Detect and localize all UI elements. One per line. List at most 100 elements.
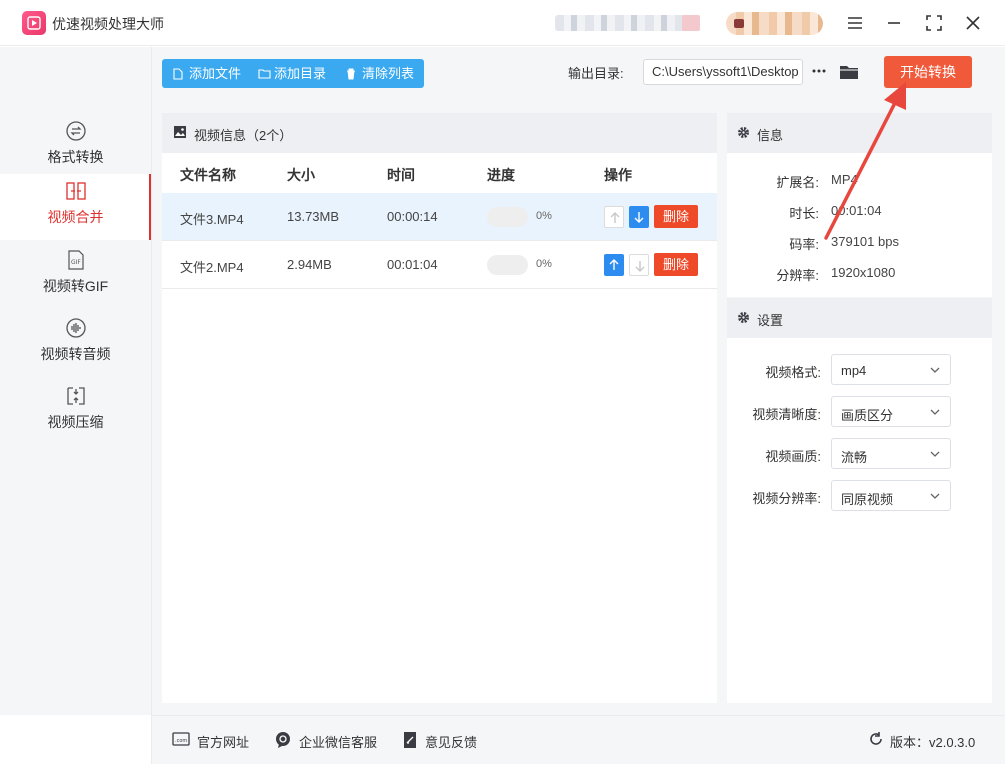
info-value: MP4 bbox=[831, 172, 858, 187]
select-value: 同原视频 bbox=[841, 492, 894, 507]
delete-button[interactable]: 删除 bbox=[654, 205, 698, 228]
official-website-label: 官方网址 bbox=[197, 735, 250, 750]
select-value: mp4 bbox=[841, 363, 867, 378]
table-row[interactable]: 文件3.MP4 13.73MB 00:00:14 0% 删除 bbox=[162, 193, 717, 241]
info-key: 分辨率: bbox=[776, 268, 819, 283]
sidebar-item-label: 视频转音频 bbox=[40, 346, 111, 362]
select-value: 流畅 bbox=[841, 450, 868, 465]
wechat-service-label: 企业微信客服 bbox=[299, 735, 378, 750]
file-duration: 00:01:04 bbox=[387, 257, 438, 272]
column-header: 文件名称 bbox=[180, 167, 236, 183]
sidebar-item-video-to-gif[interactable]: GIF 视频转GIF bbox=[0, 243, 151, 309]
file-name: 文件3.MP4 bbox=[180, 212, 244, 227]
move-up-button[interactable] bbox=[604, 206, 624, 228]
redacted-account-badge[interactable] bbox=[726, 12, 823, 35]
move-up-button[interactable] bbox=[604, 254, 624, 276]
toolbar: 添加文件 添加目录 清除列表 bbox=[162, 59, 424, 88]
arrow-down-icon bbox=[634, 212, 644, 223]
video-format-select[interactable]: mp4 bbox=[831, 354, 951, 385]
menu-icon[interactable] bbox=[844, 12, 866, 34]
file-list-panel: 视频信息（2个） 文件名称 大小 时间 进度 操作 文件3.MP4 13.73M… bbox=[162, 113, 717, 703]
sidebar-item-label: 视频压缩 bbox=[47, 414, 104, 430]
column-header: 时间 bbox=[387, 167, 415, 183]
clear-list-label: 清除列表 bbox=[362, 66, 415, 81]
info-key: 码率: bbox=[789, 237, 819, 252]
redacted-user-info bbox=[555, 15, 700, 31]
file-icon bbox=[173, 68, 183, 80]
info-panel: 信息 扩展名: MP4 时长: 00:01:04 码率: 379101 bps … bbox=[727, 113, 992, 297]
select-value: 画质区分 bbox=[841, 408, 894, 423]
video-clarity-select[interactable]: 画质区分 bbox=[831, 396, 951, 427]
info-key: 扩展名: bbox=[776, 175, 819, 190]
setting-label: 视频清晰度: bbox=[752, 407, 821, 422]
refresh-icon bbox=[870, 732, 882, 745]
setting-label: 视频分辨率: bbox=[752, 491, 821, 506]
progress-text: 0% bbox=[536, 210, 552, 222]
chevron-down-icon bbox=[930, 493, 940, 499]
video-quality-select[interactable]: 流畅 bbox=[831, 438, 951, 469]
move-down-button[interactable] bbox=[629, 206, 649, 228]
move-down-button[interactable] bbox=[629, 254, 649, 276]
column-header: 进度 bbox=[487, 167, 515, 183]
table-header: 文件名称 大小 时间 进度 操作 bbox=[162, 153, 717, 193]
chat-icon bbox=[276, 732, 290, 748]
compress-icon bbox=[65, 385, 87, 407]
maximize-icon[interactable] bbox=[923, 12, 945, 34]
minimize-icon[interactable] bbox=[883, 12, 905, 34]
arrow-up-icon bbox=[609, 259, 619, 270]
file-list-header: 视频信息（2个） bbox=[162, 113, 717, 153]
chevron-down-icon bbox=[930, 451, 940, 457]
column-header: 大小 bbox=[287, 167, 315, 183]
column-header: 操作 bbox=[604, 167, 632, 183]
add-folder-label: 添加目录 bbox=[274, 66, 327, 81]
chevron-down-icon bbox=[930, 367, 940, 373]
feedback-icon bbox=[404, 732, 416, 748]
start-convert-button[interactable]: 开始转换 bbox=[884, 56, 972, 88]
gear-icon bbox=[738, 312, 749, 323]
info-value: 1920x1080 bbox=[831, 265, 896, 280]
sidebar-item-label: 视频合并 bbox=[47, 209, 104, 225]
app-title: 优速视频处理大师 bbox=[52, 16, 164, 32]
folder-outline-icon bbox=[258, 69, 271, 79]
footer: .com 官方网址 企业微信客服 意见反馈 版本：v2.0.3.0 bbox=[152, 715, 1005, 764]
close-icon[interactable] bbox=[962, 12, 984, 34]
feedback-label: 意见反馈 bbox=[425, 735, 478, 750]
sidebar-item-format-convert[interactable]: 格式转换 bbox=[0, 114, 151, 180]
arrow-up-icon bbox=[610, 212, 620, 223]
info-panel-header: 信息 bbox=[727, 113, 992, 153]
output-dir-input[interactable]: C:\Users\yssoft1\Desktop bbox=[643, 59, 803, 85]
sidebar-item-video-merge[interactable]: 视频合并 bbox=[0, 174, 151, 240]
setting-label: 视频格式: bbox=[765, 365, 821, 380]
progress-bar bbox=[487, 207, 528, 227]
svg-text:.com: .com bbox=[175, 738, 187, 744]
open-folder-icon[interactable] bbox=[838, 61, 860, 83]
image-icon bbox=[174, 126, 186, 138]
sidebar: 格式转换 视频合并 GIF 视频转GIF 视频转音频 视频压缩 bbox=[0, 47, 151, 715]
info-panel-title: 信息 bbox=[757, 128, 784, 143]
more-icon[interactable] bbox=[811, 64, 827, 78]
video-resolution-select[interactable]: 同原视频 bbox=[831, 480, 951, 511]
format-convert-icon bbox=[65, 120, 87, 142]
file-size: 2.94MB bbox=[287, 257, 332, 272]
info-value: 379101 bps bbox=[831, 234, 899, 249]
settings-panel-header: 设置 bbox=[727, 298, 992, 338]
title-bar: 优速视频处理大师 bbox=[0, 0, 1005, 46]
sidebar-item-label: 格式转换 bbox=[47, 149, 104, 165]
arrow-down-icon bbox=[635, 261, 645, 272]
version-label: 版本：v2.0.3.0 bbox=[890, 735, 976, 750]
file-list-title: 视频信息（2个） bbox=[194, 128, 293, 143]
info-key: 时长: bbox=[789, 206, 819, 221]
file-name: 文件2.MP4 bbox=[180, 260, 244, 275]
chevron-down-icon bbox=[930, 409, 940, 415]
progress-text: 0% bbox=[536, 258, 552, 270]
progress-bar bbox=[487, 255, 528, 275]
trash-icon bbox=[347, 68, 355, 80]
sidebar-item-video-compress[interactable]: 视频压缩 bbox=[0, 379, 151, 445]
settings-panel-title: 设置 bbox=[757, 313, 784, 328]
svg-text:GIF: GIF bbox=[71, 259, 81, 266]
gear-icon bbox=[738, 127, 749, 138]
sidebar-item-video-to-audio[interactable]: 视频转音频 bbox=[0, 311, 151, 377]
info-value: 00:01:04 bbox=[831, 203, 882, 218]
delete-button[interactable]: 删除 bbox=[654, 253, 698, 276]
table-row[interactable]: 文件2.MP4 2.94MB 00:01:04 0% 删除 bbox=[162, 241, 717, 289]
